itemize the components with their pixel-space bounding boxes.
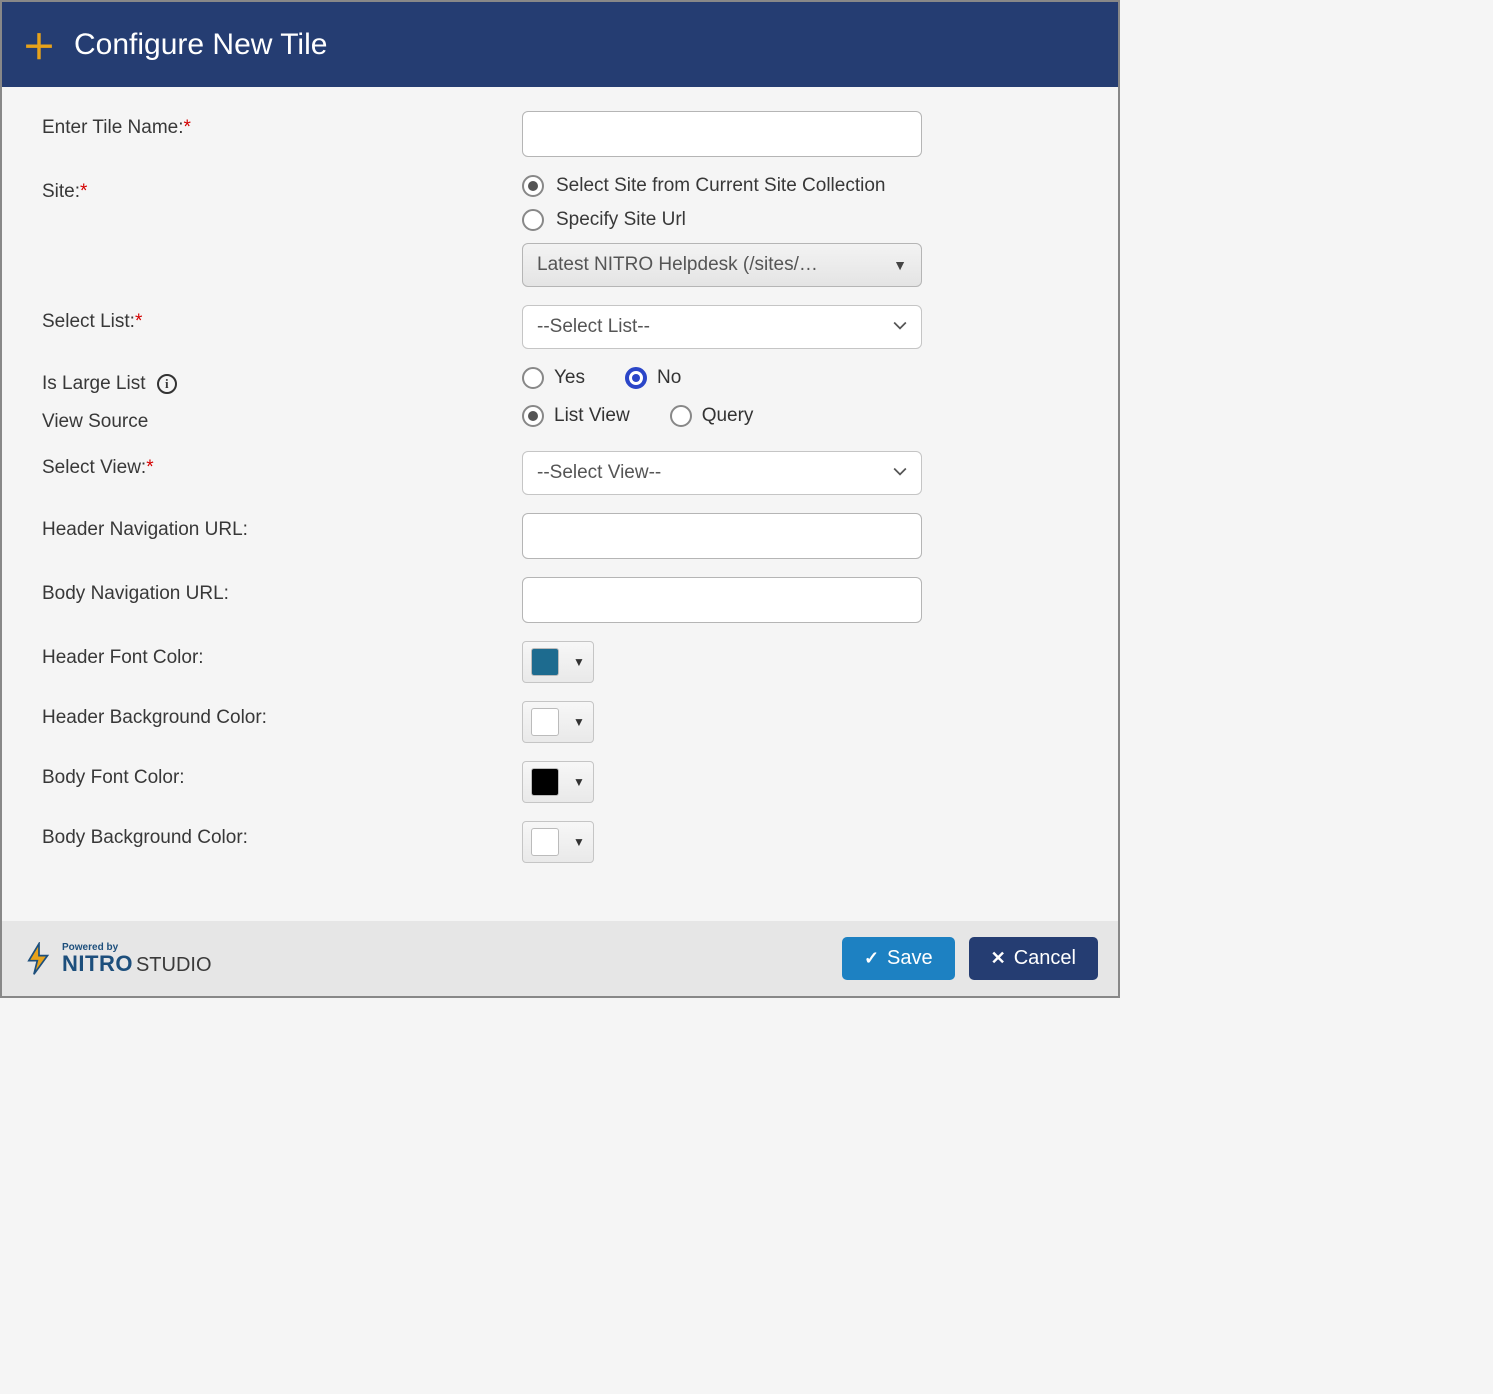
brand-logo-area: Powered by NITROSTUDIO bbox=[22, 942, 212, 976]
label-header-bg-color: Header Background Color: bbox=[42, 701, 522, 729]
radio-label: Specify Site Url bbox=[556, 209, 686, 231]
radio-label: List View bbox=[554, 405, 630, 427]
color-swatch bbox=[531, 648, 559, 676]
required-marker: * bbox=[184, 117, 191, 138]
tile-name-input[interactable] bbox=[522, 111, 922, 157]
select-view-dropdown[interactable]: --Select View-- bbox=[522, 451, 922, 495]
site-dropdown[interactable]: Latest NITRO Helpdesk (/sites/… ▼ bbox=[522, 243, 922, 287]
dialog-title: Configure New Tile bbox=[74, 28, 327, 62]
close-icon: ✕ bbox=[991, 948, 1006, 969]
radio-list-view[interactable]: List View bbox=[522, 405, 630, 427]
label-site: Site:* bbox=[42, 175, 522, 203]
row-body-bg-color: Body Background Color: ▼ bbox=[42, 821, 1078, 863]
label-header-font-color: Header Font Color: bbox=[42, 641, 522, 669]
cancel-button[interactable]: ✕ Cancel bbox=[969, 937, 1098, 980]
radio-icon bbox=[522, 405, 544, 427]
header-font-color-picker[interactable]: ▼ bbox=[522, 641, 594, 683]
header-nav-url-input[interactable] bbox=[522, 513, 922, 559]
dropdown-value: Latest NITRO Helpdesk (/sites/… bbox=[537, 254, 818, 276]
brand-sub: STUDIO bbox=[136, 954, 212, 976]
label-body-nav-url: Body Navigation URL: bbox=[42, 577, 522, 605]
radio-query[interactable]: Query bbox=[670, 405, 754, 427]
radio-label: Yes bbox=[554, 367, 585, 389]
radio-icon bbox=[625, 367, 647, 389]
body-nav-url-input[interactable] bbox=[522, 577, 922, 623]
form-area: Enter Tile Name:* Site:* Select Site fro… bbox=[2, 87, 1118, 921]
radio-label: Select Site from Current Site Collection bbox=[556, 175, 885, 197]
body-bg-color-picker[interactable]: ▼ bbox=[522, 821, 594, 863]
radio-icon bbox=[670, 405, 692, 427]
label-view-source: View Source bbox=[42, 405, 522, 433]
row-tile-name: Enter Tile Name:* bbox=[42, 111, 1078, 157]
configure-tile-dialog: ＋ Configure New Tile Enter Tile Name:* S… bbox=[0, 0, 1120, 998]
row-is-large-list: Is Large List i Yes No bbox=[42, 367, 1078, 395]
radio-label: Query bbox=[702, 405, 754, 427]
dropdown-value: --Select List-- bbox=[537, 316, 650, 338]
chevron-down-icon: ▼ bbox=[573, 715, 585, 729]
radio-icon bbox=[522, 367, 544, 389]
row-select-view: Select View:* --Select View-- bbox=[42, 451, 1078, 495]
label-select-list: Select List:* bbox=[42, 305, 522, 333]
select-list-dropdown[interactable]: --Select List-- bbox=[522, 305, 922, 349]
radio-specify-url[interactable]: Specify Site Url bbox=[522, 209, 1078, 231]
brand-name: NITRO bbox=[62, 951, 133, 976]
label-header-nav-url: Header Navigation URL: bbox=[42, 513, 522, 541]
chevron-down-icon bbox=[893, 465, 907, 482]
dialog-footer: Powered by NITROSTUDIO ✓ Save ✕ Cancel bbox=[2, 921, 1118, 996]
row-header-font-color: Header Font Color: ▼ bbox=[42, 641, 1078, 683]
label-body-font-color: Body Font Color: bbox=[42, 761, 522, 789]
row-view-source: View Source List View Query bbox=[42, 405, 1078, 433]
header-bg-color-picker[interactable]: ▼ bbox=[522, 701, 594, 743]
nitro-bolt-icon bbox=[22, 942, 56, 976]
color-swatch bbox=[531, 768, 559, 796]
row-body-font-color: Body Font Color: ▼ bbox=[42, 761, 1078, 803]
label-select-view: Select View:* bbox=[42, 451, 522, 479]
row-select-list: Select List:* --Select List-- bbox=[42, 305, 1078, 349]
radio-label: No bbox=[657, 367, 681, 389]
radio-site-collection[interactable]: Select Site from Current Site Collection bbox=[522, 175, 1078, 197]
chevron-down-icon: ▼ bbox=[573, 835, 585, 849]
titlebar: ＋ Configure New Tile bbox=[2, 2, 1118, 87]
save-button-label: Save bbox=[887, 947, 933, 970]
color-swatch bbox=[531, 708, 559, 736]
info-icon[interactable]: i bbox=[157, 374, 177, 394]
plus-icon: ＋ bbox=[22, 20, 56, 69]
chevron-down-icon: ▼ bbox=[573, 655, 585, 669]
radio-icon bbox=[522, 209, 544, 231]
label-tile-name: Enter Tile Name:* bbox=[42, 111, 522, 139]
required-marker: * bbox=[146, 457, 153, 478]
check-icon: ✓ bbox=[864, 948, 879, 969]
chevron-down-icon bbox=[893, 319, 907, 336]
cancel-button-label: Cancel bbox=[1014, 947, 1076, 970]
row-header-nav-url: Header Navigation URL: bbox=[42, 513, 1078, 559]
label-body-bg-color: Body Background Color: bbox=[42, 821, 522, 849]
color-swatch bbox=[531, 828, 559, 856]
label-is-large-list: Is Large List i bbox=[42, 367, 522, 395]
chevron-down-icon: ▼ bbox=[573, 775, 585, 789]
radio-icon bbox=[522, 175, 544, 197]
body-font-color-picker[interactable]: ▼ bbox=[522, 761, 594, 803]
row-header-bg-color: Header Background Color: ▼ bbox=[42, 701, 1078, 743]
chevron-down-icon: ▼ bbox=[893, 257, 907, 273]
row-site: Site:* Select Site from Current Site Col… bbox=[42, 175, 1078, 287]
radio-large-list-no[interactable]: No bbox=[625, 367, 681, 389]
row-body-nav-url: Body Navigation URL: bbox=[42, 577, 1078, 623]
radio-large-list-yes[interactable]: Yes bbox=[522, 367, 585, 389]
dropdown-value: --Select View-- bbox=[537, 462, 661, 484]
save-button[interactable]: ✓ Save bbox=[842, 937, 955, 980]
required-marker: * bbox=[80, 181, 87, 202]
required-marker: * bbox=[135, 311, 142, 332]
